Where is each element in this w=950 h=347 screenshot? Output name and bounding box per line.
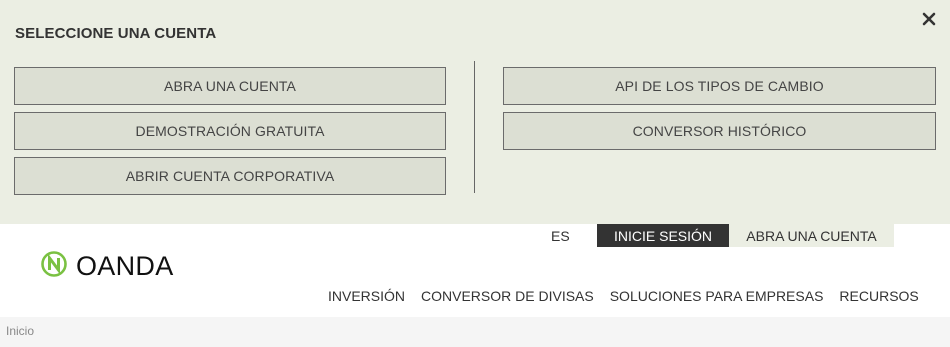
logo-text: OANDA <box>76 251 174 281</box>
corporate-account-button[interactable]: ABRIR CUENTA CORPORATIVA <box>14 157 446 195</box>
close-icon[interactable] <box>919 9 939 29</box>
nav-item-resources[interactable]: RECURSOS <box>839 288 918 304</box>
site-header: OANDA ES INICIE SESIÓN ABRA UNA CUENTA I… <box>0 224 950 317</box>
language-selector[interactable]: ES <box>551 224 570 247</box>
panel-divider <box>474 61 475 193</box>
nav-item-business-solutions[interactable]: SOLUCIONES PARA EMPRESAS <box>610 288 824 304</box>
nav-item-currency-converter[interactable]: CONVERSOR DE DIVISAS <box>421 288 594 304</box>
historical-converter-button[interactable]: CONVERSOR HISTÓRICO <box>503 112 936 150</box>
breadcrumb-bar: Inicio <box>0 317 950 347</box>
oanda-logo[interactable]: OANDA <box>41 251 174 282</box>
breadcrumb[interactable]: Inicio <box>6 324 34 338</box>
exchange-rates-api-button[interactable]: API DE LOS TIPOS DE CAMBIO <box>503 67 936 105</box>
account-selector-panel: SELECCIONE UNA CUENTA ABRA UNA CUENTA DE… <box>0 0 950 224</box>
nav-item-investment[interactable]: INVERSIÓN <box>328 288 405 304</box>
open-account-link[interactable]: ABRA UNA CUENTA <box>729 224 894 247</box>
free-demo-button[interactable]: DEMOSTRACIÓN GRATUITA <box>14 112 446 150</box>
main-nav: INVERSIÓN CONVERSOR DE DIVISAS SOLUCIONE… <box>328 288 919 304</box>
open-account-button[interactable]: ABRA UNA CUENTA <box>14 67 446 105</box>
login-button[interactable]: INICIE SESIÓN <box>597 224 729 247</box>
panel-title: SELECCIONE UNA CUENTA <box>15 25 217 42</box>
oanda-logo-icon <box>41 251 67 282</box>
